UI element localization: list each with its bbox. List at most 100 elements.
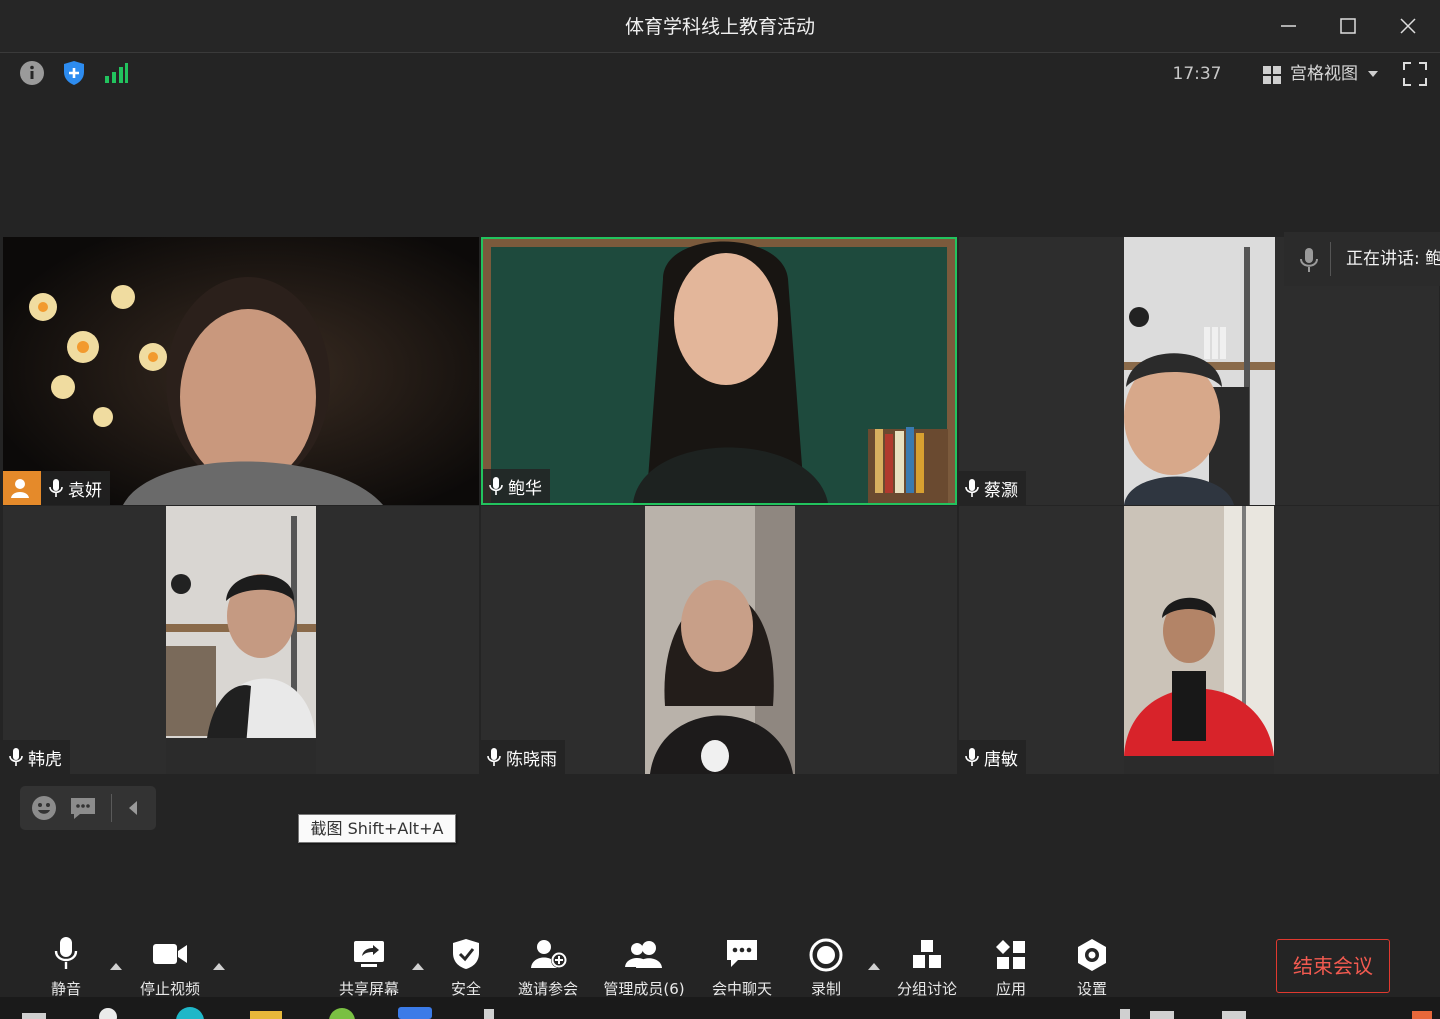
meeting-info-button[interactable] bbox=[19, 60, 45, 86]
participant-name-bar: 袁妍 bbox=[3, 471, 110, 505]
microphone-icon bbox=[49, 479, 63, 497]
screenshot-tooltip: 截图 Shift+Alt+A bbox=[298, 814, 456, 843]
speaking-indicator: 正在讲话: 鲍华 bbox=[1284, 232, 1440, 286]
collapse-arrow-icon[interactable] bbox=[128, 801, 138, 815]
manage-participants-button[interactable]: 管理成员(6) bbox=[598, 936, 690, 998]
caret-up-icon[interactable] bbox=[110, 960, 122, 970]
shield-icon bbox=[64, 61, 84, 85]
video-feed bbox=[483, 239, 955, 503]
share-screen-button[interactable]: 共享屏幕 bbox=[330, 936, 408, 998]
mute-button[interactable]: 静音 bbox=[36, 936, 96, 998]
close-icon bbox=[1400, 18, 1416, 34]
security-button[interactable]: 安全 bbox=[436, 936, 496, 998]
participants-icon bbox=[625, 941, 662, 968]
microphone-icon bbox=[965, 479, 979, 497]
caret-up-icon[interactable] bbox=[868, 960, 880, 970]
participant-name: 陈晓雨 bbox=[506, 749, 557, 770]
network-status[interactable] bbox=[104, 62, 128, 84]
participant-name: 袁妍 bbox=[68, 480, 102, 501]
apps-icon bbox=[996, 940, 1025, 969]
taskbar-icons bbox=[22, 1007, 1432, 1019]
add-user-icon bbox=[531, 940, 567, 968]
maximize-button[interactable] bbox=[1330, 10, 1366, 42]
video-tile-5[interactable]: 陈晓雨 bbox=[481, 506, 957, 774]
breakout-rooms-button[interactable]: 分组讨论 bbox=[890, 936, 964, 998]
microphone-icon bbox=[487, 748, 501, 766]
chat-button[interactable]: 会中聊天 bbox=[702, 936, 782, 998]
chat-bubble-icon[interactable] bbox=[70, 796, 96, 820]
view-mode-label: 宫格视图 bbox=[1290, 64, 1358, 84]
participant-name-bar: 陈晓雨 bbox=[481, 740, 565, 774]
speaking-text: 正在讲话: 鲍华 bbox=[1346, 249, 1440, 269]
view-mode-dropdown[interactable]: 宫格视图 bbox=[1262, 60, 1384, 88]
stop-video-button[interactable]: 停止视频 bbox=[130, 936, 210, 998]
invite-label: 邀请参会 bbox=[517, 980, 578, 998]
minimize-button[interactable] bbox=[1270, 10, 1306, 42]
settings-button[interactable]: 设置 bbox=[1066, 936, 1118, 998]
video-tile-6[interactable]: 唐敏 bbox=[959, 506, 1439, 774]
participant-name: 蔡灏 bbox=[984, 480, 1018, 501]
minimize-icon bbox=[1281, 25, 1296, 27]
record-label: 录制 bbox=[810, 980, 841, 998]
gear-icon bbox=[1078, 939, 1106, 971]
chat-icon bbox=[727, 940, 757, 967]
microphone-icon bbox=[1300, 248, 1318, 272]
video-tile-2[interactable]: 鲍华 bbox=[481, 237, 957, 505]
window-title: 体育学科线上教育活动 bbox=[624, 16, 815, 38]
participant-name: 鲍华 bbox=[508, 478, 542, 499]
emoji-icon[interactable] bbox=[31, 795, 57, 821]
shield-icon bbox=[453, 939, 479, 969]
microphone-icon bbox=[54, 937, 78, 969]
close-button[interactable] bbox=[1390, 10, 1426, 42]
video-tile-1[interactable]: 袁妍 bbox=[3, 237, 479, 505]
grid-view-icon bbox=[1263, 66, 1281, 84]
end-meeting-button[interactable]: 结束会议 bbox=[1276, 939, 1390, 993]
meeting-timer: 17:37 bbox=[1172, 64, 1222, 84]
breakout-rooms-icon bbox=[913, 940, 941, 968]
mute-label: 静音 bbox=[50, 980, 81, 998]
video-feed bbox=[645, 506, 795, 774]
caret-up-icon[interactable] bbox=[412, 960, 424, 970]
chat-label: 会中聊天 bbox=[711, 980, 772, 998]
fullscreen-icon bbox=[1403, 62, 1427, 86]
caret-down-icon bbox=[1368, 71, 1378, 77]
settings-label: 设置 bbox=[1076, 980, 1107, 998]
signal-icon bbox=[105, 63, 128, 83]
record-button[interactable]: 录制 bbox=[796, 936, 856, 998]
microphone-icon bbox=[965, 748, 979, 766]
record-icon bbox=[809, 938, 843, 972]
person-icon bbox=[10, 479, 29, 498]
breakout-label: 分组讨论 bbox=[896, 980, 957, 998]
video-camera-icon bbox=[153, 944, 187, 964]
divider bbox=[1330, 242, 1331, 276]
participant-name: 唐敏 bbox=[984, 749, 1018, 770]
participant-name-bar: 鲍华 bbox=[483, 469, 550, 503]
host-badge bbox=[3, 471, 41, 505]
info-icon bbox=[20, 61, 44, 85]
participant-name: 韩虎 bbox=[28, 749, 62, 770]
participant-name-bar: 唐敏 bbox=[959, 740, 1026, 774]
fullscreen-button[interactable] bbox=[1402, 61, 1428, 87]
encryption-shield[interactable] bbox=[62, 60, 86, 86]
video-feed bbox=[166, 506, 316, 774]
manage-participants-label: 管理成员(6) bbox=[603, 980, 685, 998]
divider bbox=[111, 794, 112, 822]
security-label: 安全 bbox=[450, 980, 481, 998]
maximize-icon bbox=[1340, 18, 1356, 34]
microphone-icon bbox=[9, 748, 23, 766]
share-screen-icon bbox=[354, 941, 384, 967]
share-screen-label: 共享屏幕 bbox=[338, 980, 399, 998]
participant-name-bar: 韩虎 bbox=[3, 740, 70, 774]
invite-button[interactable]: 邀请参会 bbox=[508, 936, 588, 998]
video-feed bbox=[1124, 237, 1275, 505]
reaction-bar bbox=[20, 786, 156, 830]
apps-button[interactable]: 应用 bbox=[984, 936, 1038, 998]
caret-up-icon[interactable] bbox=[213, 960, 225, 970]
participant-name-bar: 蔡灏 bbox=[959, 471, 1026, 505]
os-taskbar bbox=[0, 997, 1440, 1019]
apps-label: 应用 bbox=[995, 980, 1026, 998]
video-feed bbox=[3, 237, 479, 505]
stop-video-label: 停止视频 bbox=[139, 980, 200, 998]
microphone-icon bbox=[489, 477, 503, 495]
video-tile-4[interactable]: 韩虎 bbox=[3, 506, 479, 774]
